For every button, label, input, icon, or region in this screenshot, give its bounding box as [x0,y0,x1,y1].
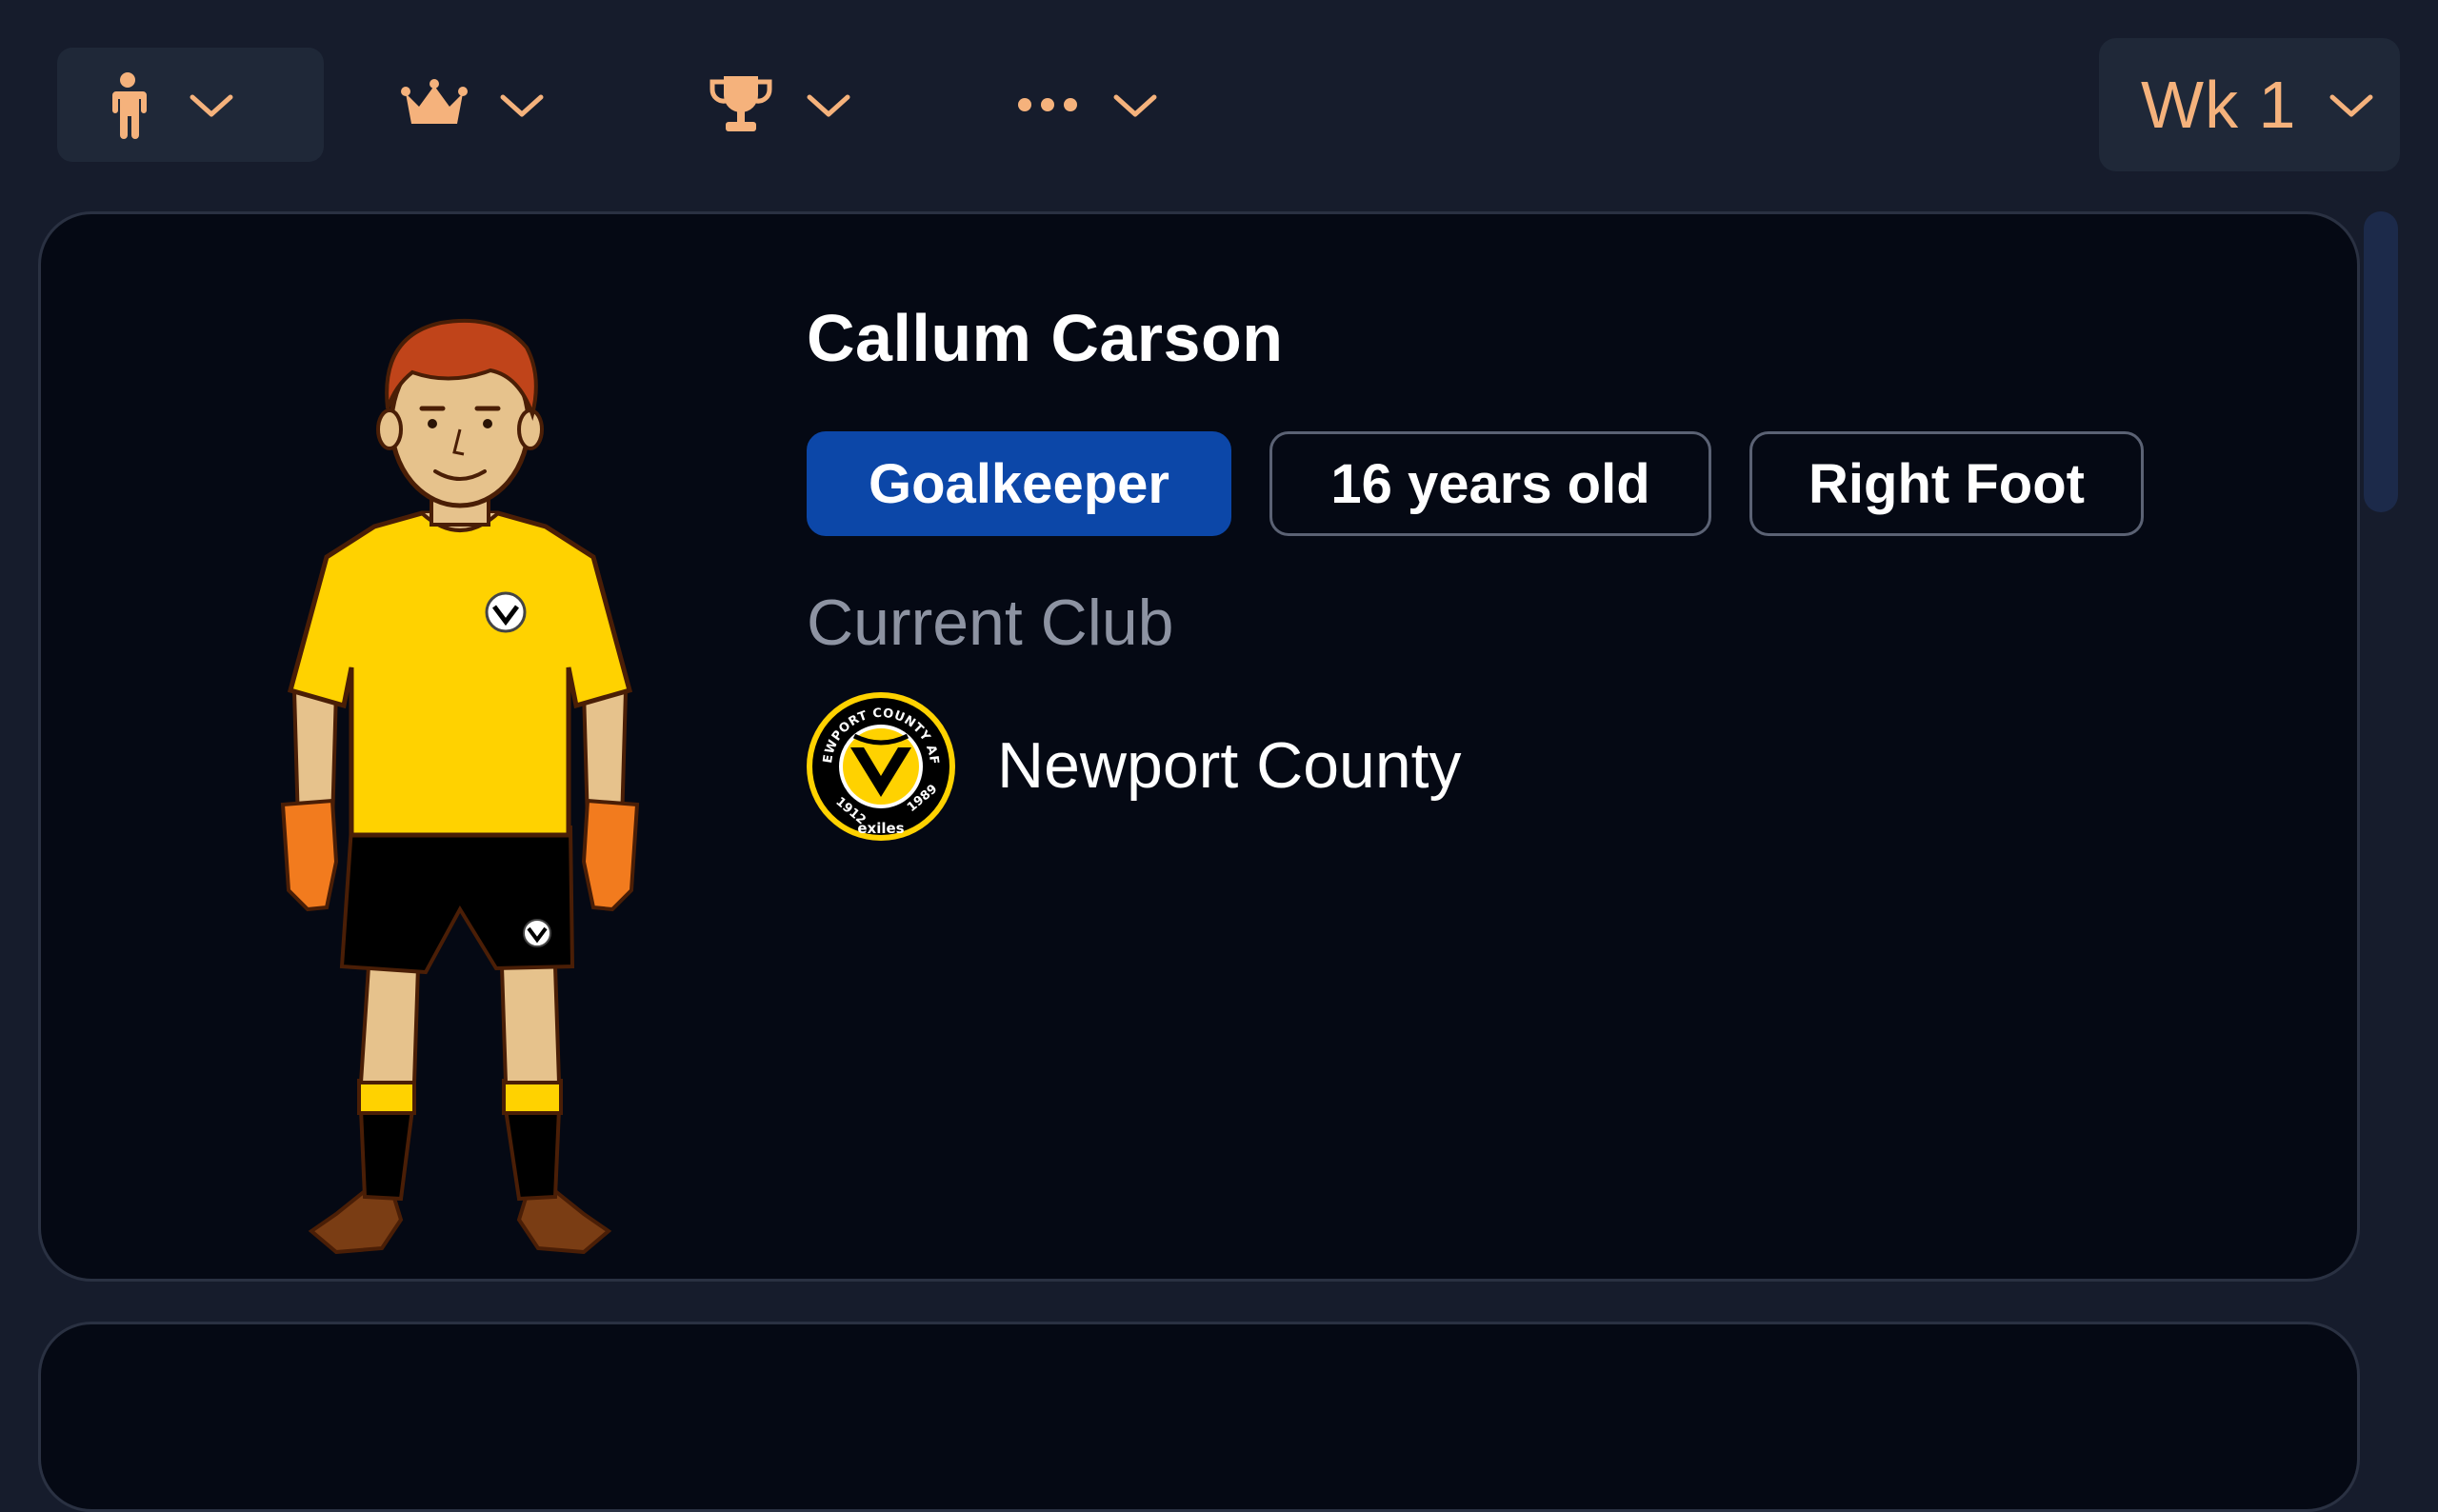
age-badge: 16 years old [1269,431,1711,536]
more-menu-button[interactable] [1011,48,1202,162]
club-name[interactable]: Newport County [997,728,1462,803]
preferred-foot-badge: Right Foot [1749,431,2144,536]
position-badge: Goalkeeper [807,431,1231,536]
current-club-heading: Current Club [807,587,1174,659]
chevron-down-icon [1113,94,1157,117]
player-menu-button[interactable] [57,48,324,162]
chevron-down-icon [2329,94,2373,117]
trophy-menu-button[interactable] [705,48,895,162]
club-crest-icon[interactable]: NEWPORT COUNTY AFC 1912 1989 exiles [805,690,957,843]
week-selector[interactable]: Wk 1 [2099,38,2400,171]
top-toolbar: Wk 1 [0,0,2438,209]
player-name: Callum Carson [807,301,1284,375]
more-icon [1018,98,1077,111]
player-card: Callum Carson Goalkeeper 16 years old Ri… [38,211,2360,1282]
league-menu-button[interactable] [398,48,589,162]
chevron-down-icon [807,94,850,117]
player-avatar [280,318,640,1255]
chevron-down-icon [190,94,233,117]
chevron-down-icon [500,94,544,117]
crest-bottom-text: exiles [857,820,904,837]
scrollbar-thumb[interactable] [2364,211,2398,512]
week-label: Wk 1 [2141,68,2297,142]
crown-icon [401,79,468,124]
trophy-icon [709,76,772,131]
person-icon [112,72,147,139]
next-card [38,1322,2360,1512]
